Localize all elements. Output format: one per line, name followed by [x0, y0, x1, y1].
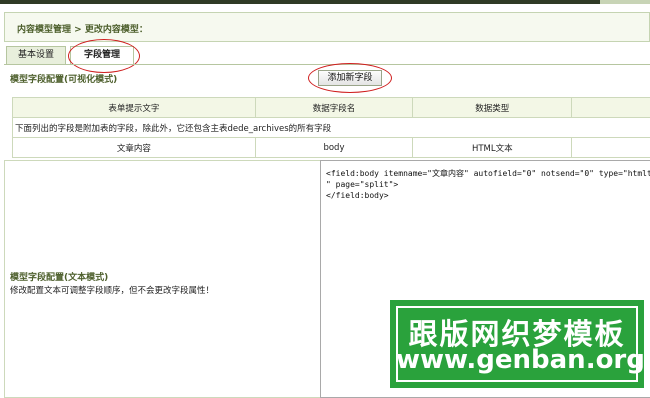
- config-text: <field:body itemname="文章内容" autofield="0…: [326, 168, 650, 201]
- table-note: 下面列出的字段是附加表的字段，除此外，它还包含主表dede_archives的所…: [12, 117, 650, 138]
- visual-mode-title: 模型字段配置(可视化模式): [10, 75, 118, 85]
- text-mode-description: 修改配置文本可调整字段顺序，但不会更改字段属性！: [10, 286, 215, 296]
- tab-basic-settings[interactable]: 基本设置: [6, 46, 66, 64]
- field-table: 表单提示文字 数据字段名 数据类型 表 下面列出的字段是附加表的字段，除此外，它…: [12, 97, 650, 158]
- header-field-name: 数据字段名: [254, 97, 414, 118]
- cell-field-name: body: [254, 137, 414, 158]
- breadcrumb: 内容模型管理 > 更改内容模型：: [17, 22, 148, 35]
- breadcrumb-current: 更改内容模型：: [84, 25, 148, 35]
- breadcrumb-separator: >: [74, 25, 82, 35]
- header-data-type: 数据类型: [412, 97, 573, 118]
- header-label: 表单提示文字: [12, 97, 256, 118]
- tab-annotation-circle: [68, 39, 140, 73]
- config-line: " page="split">: [326, 180, 399, 189]
- watermark-url: www.genban.org: [396, 345, 645, 375]
- breadcrumb-root[interactable]: 内容模型管理: [17, 25, 71, 35]
- cell-data-type: HTML文本: [412, 137, 573, 158]
- config-line: <field:body itemname="文章内容" autofield="0…: [326, 169, 650, 178]
- top-bar: [0, 0, 650, 4]
- top-bar-right: [600, 0, 650, 4]
- cell-table: 固: [571, 137, 650, 158]
- table-header-row: 表单提示文字 数据字段名 数据类型 表: [12, 97, 650, 118]
- button-annotation-circle: [308, 63, 392, 93]
- breadcrumb-bar: 内容模型管理 > 更改内容模型：: [4, 12, 650, 42]
- header-table: 表: [571, 97, 650, 118]
- table-note-row: 下面列出的字段是附加表的字段，除此外，它还包含主表dede_archives的所…: [12, 117, 650, 138]
- config-line: </field:body>: [326, 191, 389, 200]
- text-mode-title: 模型字段配置(文本模式): [10, 273, 109, 283]
- cell-label: 文章内容: [12, 137, 256, 158]
- table-row[interactable]: 文章内容 body HTML文本 固: [12, 137, 650, 158]
